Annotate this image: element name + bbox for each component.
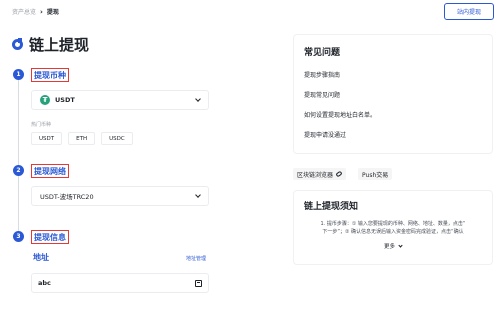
step-1-number: 1 xyxy=(13,69,24,80)
hot-coins-list: USDT ETH USDC xyxy=(31,132,133,145)
address-book-icon[interactable] xyxy=(195,279,202,287)
blockchain-explorer-label: 区块链浏览器 xyxy=(297,171,334,179)
faq-item[interactable]: 提现申请没通过 xyxy=(304,130,482,139)
blockchain-explorer-link[interactable]: 区块链浏览器 xyxy=(293,168,347,180)
notice-body: 1. 提币步骤：① 输入您要提现的币种、网络、地址、数量，点击“ 下一步”；② … xyxy=(304,220,482,236)
notice-more-toggle[interactable]: 更多 xyxy=(304,242,482,250)
address-input-value: abc xyxy=(38,279,51,287)
hot-coin-chip[interactable]: USDC xyxy=(101,132,133,145)
step-1-label: 提现币种 xyxy=(31,68,69,82)
step-2-number: 2 xyxy=(13,165,24,176)
step-2-label: 提现网络 xyxy=(31,164,69,178)
notice-line: 下一步”；② 确认信息无误后输入资金密码完成验证，点击“确认 xyxy=(322,229,464,235)
push-transaction-link[interactable]: Push交易 xyxy=(358,168,393,180)
network-select-value: USDT-波场TRC20 xyxy=(40,193,94,201)
brand-logo-icon xyxy=(12,38,23,50)
breadcrumb-separator: › xyxy=(40,7,43,16)
breadcrumb: 资产总览 › 提现 xyxy=(12,7,59,17)
internal-transfer-button[interactable]: 站内提现 xyxy=(444,3,494,20)
faq-item[interactable]: 提现步骤指南 xyxy=(304,70,482,79)
withdrawal-notice-card: 链上提现须知 1. 提币步骤：① 输入您要提现的币种、网络、地址、数量，点击“ … xyxy=(293,190,493,265)
hot-coins-label: 热门币种 xyxy=(31,122,52,128)
coin-select-value: USDT xyxy=(55,96,75,104)
page-title-text: 链上提现 xyxy=(29,36,90,54)
coin-select[interactable]: ₮ USDT xyxy=(31,90,209,110)
link-icon xyxy=(335,170,343,178)
breadcrumb-current: 提现 xyxy=(46,9,59,16)
notice-line: 1. 提币步骤：① 输入您要提现的币种、网络、地址、数量，点击“ xyxy=(320,221,466,227)
faq-item[interactable]: 提现常见问题 xyxy=(304,90,482,99)
faq-title: 常见问题 xyxy=(304,48,341,58)
push-transaction-label: Push交易 xyxy=(362,171,389,179)
notice-title: 链上提现须知 xyxy=(304,202,359,212)
address-label: 地址 xyxy=(33,253,49,262)
address-manage-link[interactable]: 地址管理 xyxy=(186,255,206,262)
tools-row: 区块链浏览器 Push交易 xyxy=(293,168,393,180)
chevron-down-icon xyxy=(195,191,201,198)
step-3-label: 提现信息 xyxy=(31,230,69,244)
hot-coin-chip[interactable]: ETH xyxy=(68,132,96,145)
usdt-coin-icon: ₮ xyxy=(40,95,50,105)
step-3-number: 3 xyxy=(13,231,24,242)
network-select[interactable]: USDT-波场TRC20 xyxy=(31,186,209,206)
chevron-down-icon xyxy=(398,242,403,248)
breadcrumb-assets-overview[interactable]: 资产总览 xyxy=(12,7,36,16)
chevron-down-icon xyxy=(195,95,201,102)
faq-item[interactable]: 如何设置提现地址白名单。 xyxy=(304,110,482,119)
more-label: 更多 xyxy=(383,244,395,250)
steps-timeline-line xyxy=(18,80,19,232)
faq-card: 常见问题 提现步骤指南 提现常见问题 如何设置提现地址白名单。 提现申请没通过 xyxy=(293,34,493,154)
page-title: 链上提现 xyxy=(12,34,89,55)
address-input[interactable]: abc xyxy=(31,273,209,293)
hot-coin-chip[interactable]: USDT xyxy=(31,132,63,145)
